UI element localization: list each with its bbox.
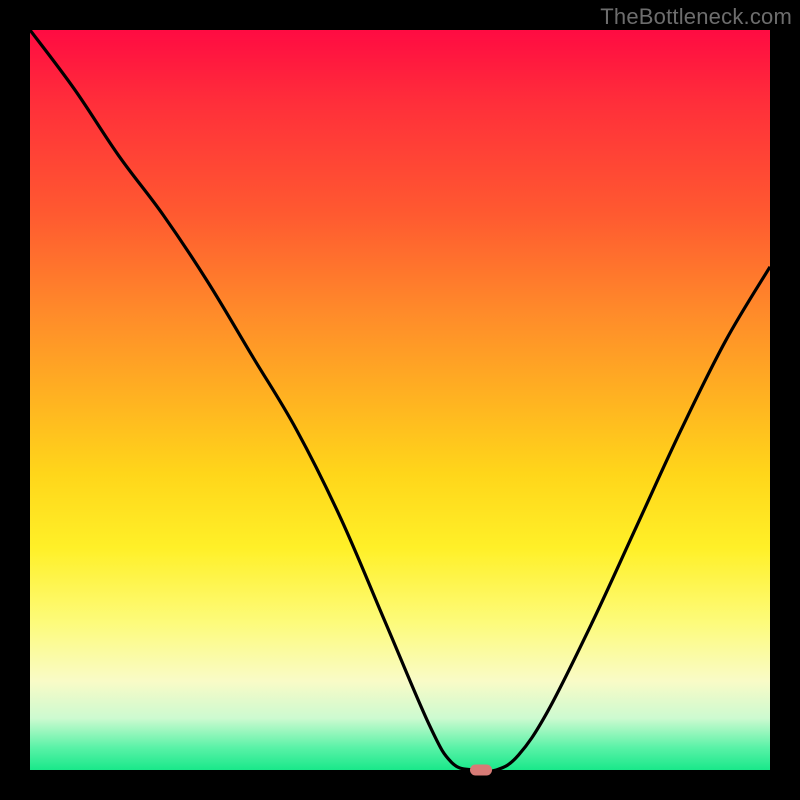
curve-path [30, 30, 770, 770]
chart-frame: TheBottleneck.com [0, 0, 800, 800]
bottleneck-curve [30, 30, 770, 770]
plot-area [30, 30, 770, 770]
watermark-text: TheBottleneck.com [600, 4, 792, 30]
optimal-marker [470, 765, 492, 776]
